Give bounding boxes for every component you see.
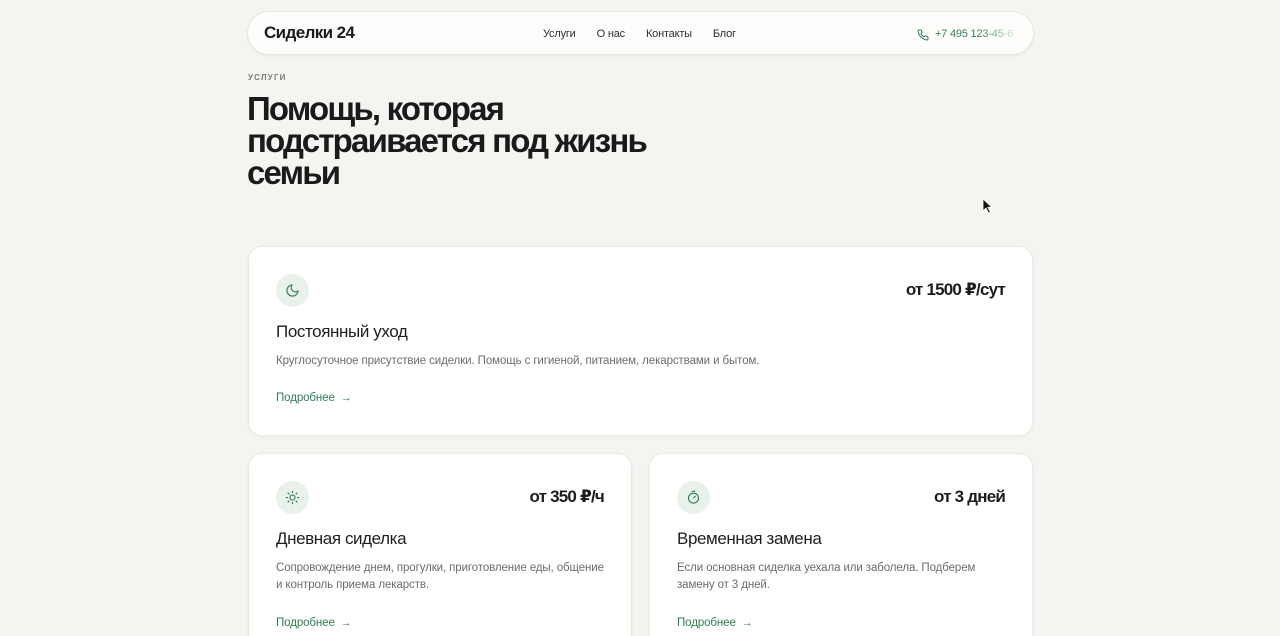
service-card-day-caregiver[interactable]: от 350 ₽/ч Дневная сиделка Сопровождение… xyxy=(248,453,632,636)
arrow-right-icon: → xyxy=(340,392,352,404)
arrow-right-icon: → xyxy=(741,617,753,629)
more-link[interactable]: Подробнее → xyxy=(276,617,352,629)
service-description: Если основная сиделка уехала или заболел… xyxy=(677,562,976,591)
more-link-label: Подробнее xyxy=(677,617,736,629)
more-link[interactable]: Подробнее → xyxy=(276,392,352,404)
page-title: Помощь, которая подстраивается под жизнь… xyxy=(247,90,648,191)
timer-icon xyxy=(677,481,710,514)
more-link-label: Подробнее xyxy=(276,392,335,404)
site-header: Сиделки 24 Услуги О нас Контакты Блог +7… xyxy=(247,11,1034,55)
nav-link-about[interactable]: О нас xyxy=(597,28,626,40)
page: Сиделки 24 Услуги О нас Контакты Блог +7… xyxy=(0,0,1280,636)
service-description: Круглосуточное присутствие сиделки. Помо… xyxy=(276,355,760,367)
main-nav: Услуги О нас Контакты Блог xyxy=(543,12,736,56)
moon-icon xyxy=(276,274,309,307)
service-price: от 350 ₽/ч xyxy=(529,487,604,506)
service-price: от 1500 ₽/сут xyxy=(905,280,1006,299)
nav-link-contacts[interactable]: Контакты xyxy=(646,28,692,40)
service-description: Сопровождение днем, прогулки, приготовле… xyxy=(276,562,604,591)
more-link[interactable]: Подробнее → xyxy=(677,617,753,629)
service-card-temporary-replacement[interactable]: от 3 дней Временная замена Если основная… xyxy=(649,453,1033,636)
nav-link-services[interactable]: Услуги xyxy=(543,28,576,40)
service-title: Постоянный уход xyxy=(276,322,408,341)
phone-number: +7 495 123-45-6 xyxy=(934,28,1013,40)
section-eyebrow: УСЛУГИ xyxy=(248,73,287,82)
service-card-permanent-care[interactable]: от 1500 ₽/сут Постоянный уход Круглосуто… xyxy=(248,246,1033,436)
more-link-label: Подробнее xyxy=(276,617,335,629)
phone-icon xyxy=(917,28,929,41)
service-title: Временная замена xyxy=(677,529,822,548)
arrow-right-icon: → xyxy=(340,617,352,629)
sun-icon xyxy=(276,481,309,514)
service-price: от 3 дней xyxy=(934,487,1006,506)
logo[interactable]: Сиделки 24 xyxy=(264,23,355,43)
phone-link[interactable]: +7 495 123-45-6 xyxy=(917,12,1013,56)
nav-link-blog[interactable]: Блог xyxy=(713,28,736,40)
service-title: Дневная сиделка xyxy=(276,529,407,548)
mouse-cursor-icon xyxy=(982,198,994,214)
